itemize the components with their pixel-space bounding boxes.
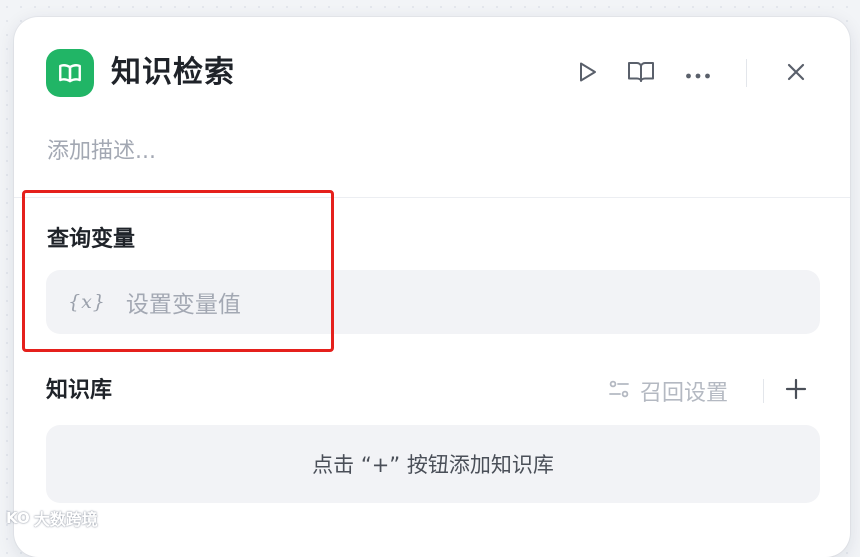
- close-icon: [786, 62, 806, 86]
- header-divider: [746, 59, 747, 87]
- watermark-text: 大数跨境: [33, 510, 98, 529]
- close-button[interactable]: [781, 59, 811, 89]
- query-variable-label: 查询变量: [47, 227, 136, 252]
- knowledge-base-empty-state: 点击 “+” 按钮添加知识库: [46, 425, 820, 503]
- help-docs-button[interactable]: [626, 59, 656, 89]
- section-divider: [14, 197, 850, 198]
- knowledge-retrieval-node-panel: 知识检索 添加描述... 查询变量 {x} 设置变量值 知识库 召回设置 点击 …: [14, 17, 850, 557]
- add-knowledge-base-button[interactable]: [781, 376, 811, 406]
- knowledge-base-empty-hint: 点击 “+” 按钮添加知识库: [312, 453, 554, 477]
- more-options-button[interactable]: [683, 59, 713, 89]
- settings-sliders-icon: [608, 378, 630, 404]
- more-horizontal-icon: [685, 65, 711, 84]
- query-variable-input[interactable]: {x} 设置变量值: [46, 270, 820, 334]
- plus-icon: [785, 378, 807, 404]
- watermark-logo: KO: [6, 509, 30, 527]
- recall-settings-label: 召回设置: [640, 381, 729, 406]
- book-open-icon: [46, 49, 94, 97]
- kb-actions-divider: [763, 379, 764, 403]
- watermark: KO 大数跨境: [6, 506, 98, 530]
- node-title[interactable]: 知识检索: [111, 53, 235, 93]
- node-header: 知识检索 添加描述...: [14, 17, 850, 164]
- query-variable-placeholder: 设置变量值: [125, 292, 241, 318]
- recall-settings-button[interactable]: 召回设置: [608, 375, 728, 407]
- node-description-input[interactable]: 添加描述...: [47, 135, 156, 169]
- run-node-button[interactable]: [572, 59, 602, 89]
- book-icon: [627, 60, 655, 88]
- knowledge-base-label: 知识库: [46, 378, 113, 403]
- play-icon: [575, 60, 599, 88]
- variable-icon: {x}: [68, 291, 106, 313]
